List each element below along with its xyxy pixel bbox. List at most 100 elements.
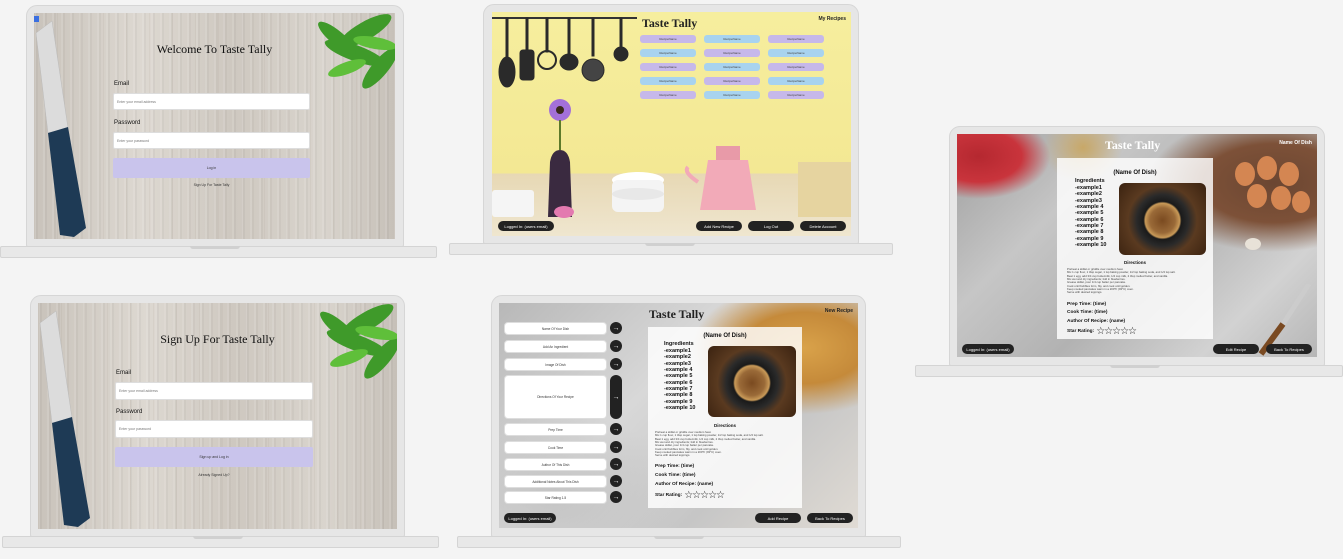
kettle-bowls-image <box>612 146 851 217</box>
delete-account-button[interactable]: Delete Account <box>800 221 846 231</box>
list-item: -example 6 <box>1075 216 1104 223</box>
email-label: Email <box>114 81 130 87</box>
dish-name: (Name Of Dish) <box>703 333 747 339</box>
recipe-button[interactable]: RecipeName <box>704 35 760 43</box>
eggs-image <box>1235 156 1310 250</box>
submit-arrow-icon[interactable]: → <box>610 441 622 453</box>
password-field[interactable]: Enter your password <box>115 420 313 438</box>
recipe-button[interactable]: RecipeName <box>640 49 696 57</box>
logged-in-status: Logged In: (users email) <box>962 344 1014 354</box>
list-item: -example2 <box>664 354 691 361</box>
recipe-button[interactable]: RecipeName <box>768 49 824 57</box>
list-item: -example3 <box>664 360 691 367</box>
form-field[interactable]: Name Of Your Dish <box>504 322 607 335</box>
star-icons[interactable]: ☆☆☆☆☆ <box>684 490 725 501</box>
page-name: New Recipe <box>824 308 853 314</box>
recipe-button[interactable]: RecipeName <box>768 91 824 99</box>
submit-arrow-icon[interactable]: → <box>610 423 622 435</box>
cook-time: Cook Time: (time) <box>1067 310 1108 315</box>
back-to-recipes-button[interactable]: Back To Recipes <box>807 513 853 523</box>
form-field[interactable]: Prep Time <box>504 423 607 436</box>
list-item: -example 9 <box>664 398 693 405</box>
submit-arrow-icon[interactable]: → <box>610 475 622 487</box>
password-label: Password <box>116 409 143 415</box>
form-field[interactable]: Add An Ingredient <box>504 340 607 353</box>
list-item: -example 8 <box>1075 229 1104 236</box>
password-field[interactable]: Enter your password <box>113 132 310 149</box>
directions-heading: Directions <box>713 423 736 428</box>
list-item: -example 10 <box>664 404 696 411</box>
dish-image <box>1119 183 1206 255</box>
star-rating: Star Rating: ☆☆☆☆☆ <box>655 490 725 501</box>
form-field[interactable]: Additional Notes About This Dish <box>504 475 607 488</box>
page-name: Name Of Dish <box>1279 140 1312 146</box>
email-label: Email <box>116 370 132 376</box>
ingredients-heading: Ingredients <box>1075 178 1105 184</box>
star-icons[interactable]: ☆☆☆☆☆ <box>1096 326 1137 337</box>
recipe-detail-panel: (Name Of Dish) Ingredients -example1 -exa… <box>1057 158 1213 339</box>
list-item: -example 5 <box>1075 210 1104 217</box>
app-title: Taste Tally <box>1105 138 1161 152</box>
dish-name: (Name Of Dish) <box>1113 170 1157 176</box>
add-recipe-button[interactable]: Add Recipe <box>755 513 801 523</box>
recipe-button[interactable]: RecipeName <box>704 91 760 99</box>
ingredients-list: -example1 -example2 -example3 -example 4 -ex… <box>1075 185 1107 248</box>
signup-screen: Sign Up For Taste Tally Email Enter your… <box>38 303 397 529</box>
prep-time: Prep Time: (time) <box>655 464 695 469</box>
login-button[interactable]: Log in <box>113 158 310 178</box>
app-title: Taste Tally <box>649 307 705 321</box>
form-field[interactable]: Cook Time <box>504 441 607 454</box>
list-item: -example 5 <box>664 373 693 380</box>
signup-link[interactable]: Sign Up For Taste Tally <box>113 183 310 187</box>
list-item: -example3 <box>1075 197 1102 204</box>
view-recipe-screen: Taste Tally Name Of Dish (Name Of Dish) … <box>957 134 1317 357</box>
recipe-button[interactable]: RecipeName <box>768 35 824 43</box>
edit-recipe-button[interactable]: Edit Recipe <box>1213 344 1259 354</box>
already-signed-up-link[interactable]: Already Signed Up? <box>115 473 313 477</box>
email-field[interactable]: Enter your email address <box>115 382 313 400</box>
submit-arrow-icon[interactable]: → <box>610 458 622 470</box>
list-item: Serve with desired toppings. <box>1067 290 1103 295</box>
submit-arrow-icon[interactable]: → <box>610 375 622 419</box>
form-field[interactable]: Star Rating 1-5 <box>504 491 607 504</box>
form-field[interactable]: Image Of Dish <box>504 358 607 371</box>
my-recipes-screen: Taste Tally My Recipes RecipeName RecipeN… <box>492 12 851 236</box>
list-item: -example 10 <box>1075 241 1107 248</box>
back-to-recipes-button[interactable]: Back To Recipes <box>1266 344 1312 354</box>
recipe-button[interactable]: RecipeName <box>640 77 696 85</box>
recipe-button[interactable]: RecipeName <box>704 49 760 57</box>
list-item: -example 8 <box>664 392 693 399</box>
submit-arrow-icon[interactable]: → <box>610 358 622 370</box>
recipe-button[interactable]: RecipeName <box>640 91 696 99</box>
recipe-button[interactable]: RecipeName <box>768 77 824 85</box>
leaves-image <box>320 304 397 379</box>
page-name: My Recipes <box>818 16 846 22</box>
new-recipe-screen: Taste Tally New Recipe Name Of Your Dish… <box>499 303 858 528</box>
logged-in-status: Logged In: (users email) <box>498 221 554 231</box>
directions-text: Preheat a skillet or griddle over medium… <box>1067 267 1209 295</box>
directions-heading: Directions <box>1123 260 1146 265</box>
add-new-recipe-button[interactable]: Add New Recipe <box>696 221 742 231</box>
submit-arrow-icon[interactable]: → <box>610 340 622 352</box>
list-item: Serve with desired toppings. <box>655 453 691 458</box>
login-screen: Welcome To Taste Tally Email Enter your … <box>34 13 395 239</box>
ingredients-list: -example1 -example2 -example3 -example 4 -ex… <box>664 348 696 411</box>
signup-button[interactable]: Sign up and Log in <box>115 447 313 467</box>
log-out-button[interactable]: Log Out <box>748 221 794 231</box>
login-title: Welcome To Taste Tally <box>156 42 273 56</box>
form-field[interactable]: Directions Of Your Recipe <box>504 375 607 419</box>
list-item: -example2 <box>1075 191 1102 198</box>
form-field[interactable]: Author Of This Dish <box>504 458 607 471</box>
recipe-button[interactable]: RecipeName <box>640 63 696 71</box>
logged-in-status: Logged In: (users email) <box>504 513 556 523</box>
recipe-preview-panel: (Name Of Dish) Ingredients -example1 -exa… <box>648 327 802 508</box>
recipe-button[interactable]: RecipeName <box>640 35 696 43</box>
recipe-button[interactable]: RecipeName <box>704 63 760 71</box>
submit-arrow-icon[interactable]: → <box>610 322 622 334</box>
selection-handle <box>34 16 39 22</box>
star-rating-label: Star Rating: <box>655 493 683 498</box>
recipe-button[interactable]: RecipeName <box>704 77 760 85</box>
recipe-button[interactable]: RecipeName <box>768 63 824 71</box>
submit-arrow-icon[interactable]: → <box>610 491 622 503</box>
email-field[interactable]: Enter your email address <box>113 93 310 110</box>
